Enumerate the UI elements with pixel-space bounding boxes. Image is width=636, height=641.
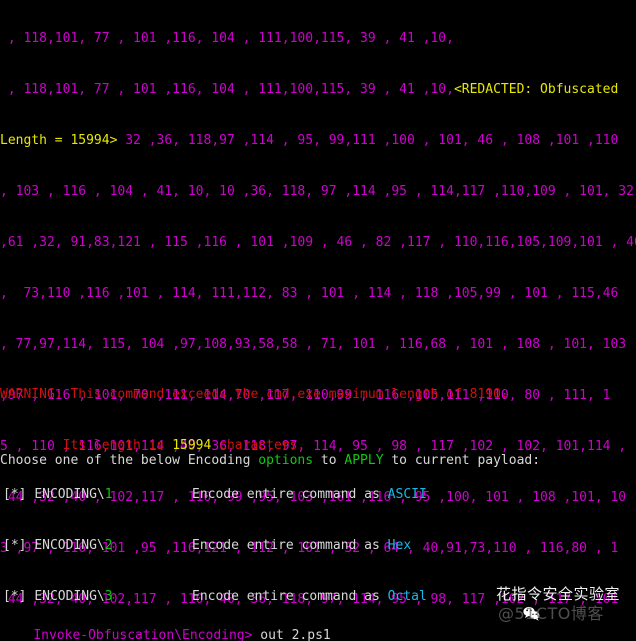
option-marker: [*] [3,589,35,604]
payload-line-text: 32 ,36, 118,97 ,114 , 95, 99,111 ,100 , … [117,133,619,148]
warning-line-1: WARNING: This command exceeds the cmd.ex… [0,386,636,403]
watermark: 花指令安全实验室 @51CTO博客 [476,575,628,633]
prompt-input[interactable]: out 2.ps1 [252,628,330,641]
encoding-option-description: Encode entire command as ASCII [192,486,427,503]
encoding-option-2[interactable]: [*] ENCODING\2 Encode entire command as … [0,537,636,554]
watermark-subtitle: @51CTO博客 [498,604,604,623]
encoding-option-label: [*] ENCODING\3 [3,588,113,605]
payload-line-redacted-cont: Length = 15994> 32 ,36, 118,97 ,114 , 95… [0,132,636,149]
option-marker: [*] [3,538,35,553]
option-number: 1 [104,487,113,502]
option-marker: [*] [3,487,35,502]
payload-line: , 73,110 ,116 ,101 , 114, 111,112, 83 , … [0,285,636,302]
payload-line-text: ,61 ,32, 91,83,121 , 115 ,116 , 101 ,109… [0,235,636,250]
option-name: ENCODING\ [34,538,105,553]
option-desc-value: ASCII [387,487,427,502]
warning-text: This command exceeds the cmd.exe maximum… [62,387,509,402]
wechat-icon [476,589,540,621]
terminal-window: , 118,101, 77 , 101 ,116, 104 , 111,100,… [0,0,636,641]
option-name: ENCODING\ [34,589,105,604]
option-number: 3 [104,589,113,604]
command-prompt-line[interactable]: Invoke-Obfuscation\Encoding> out 2.ps1 [2,610,330,641]
option-name: ENCODING\ [34,487,105,502]
payload-line-text: , 118,101, 77 , 101 ,116, 104 , 111,100,… [0,31,454,46]
warning-label: WARNING: [0,387,63,402]
option-desc-value: Octal [387,589,427,604]
encoding-option-description: Encode entire command as Hex [192,537,411,554]
redacted-marker: <REDACTED: Obfuscated [453,82,619,97]
payload-line: , 118,101, 77 , 101 ,116, 104 , 111,100,… [0,30,636,47]
payload-line-text: , 118,101, 77 , 101 ,116, 104 , 111,100,… [0,82,454,97]
payload-line-text: , 77,97,114, 115, 104 ,97,108,93,58,58 ,… [0,337,627,352]
payload-line: , 77,97,114, 115, 104 ,97,108,93,58,58 ,… [0,336,636,353]
payload-line: , 103 , 116 , 104 , 41, 10, 10 ,36, 118,… [0,183,636,200]
encoding-option-1[interactable]: [*] ENCODING\1 Encode entire command as … [0,486,636,503]
option-desc-prefix: Encode entire command as [192,538,388,553]
prompt-path: Invoke-Obfuscation\Encoding> [33,628,253,641]
option-number: 2 [104,538,113,553]
encoding-option-label: [*] ENCODING\2 [3,537,113,554]
payload-line-text: , 103 , 116 , 104 , 41, 10, 10 ,36, 118,… [0,184,634,199]
encoding-option-label: [*] ENCODING\1 [3,486,113,503]
option-desc-prefix: Encode entire command as [192,487,388,502]
option-desc-value: Hex [387,538,412,553]
watermark-title: 花指令安全实验室 [496,585,621,603]
option-desc-prefix: Encode entire command as [192,589,388,604]
redacted-marker-cont: Length = 15994> [0,133,118,148]
payload-line-text: , 73,110 ,116 ,101 , 114, 111,112, 83 , … [0,286,619,301]
payload-line-redacted: , 118,101, 77 , 101 ,116, 104 , 111,100,… [0,81,636,98]
payload-line: ,61 ,32, 91,83,121 , 115 ,116 , 101 ,109… [0,234,636,251]
encoding-option-description: Encode entire command as Octal [192,588,427,605]
